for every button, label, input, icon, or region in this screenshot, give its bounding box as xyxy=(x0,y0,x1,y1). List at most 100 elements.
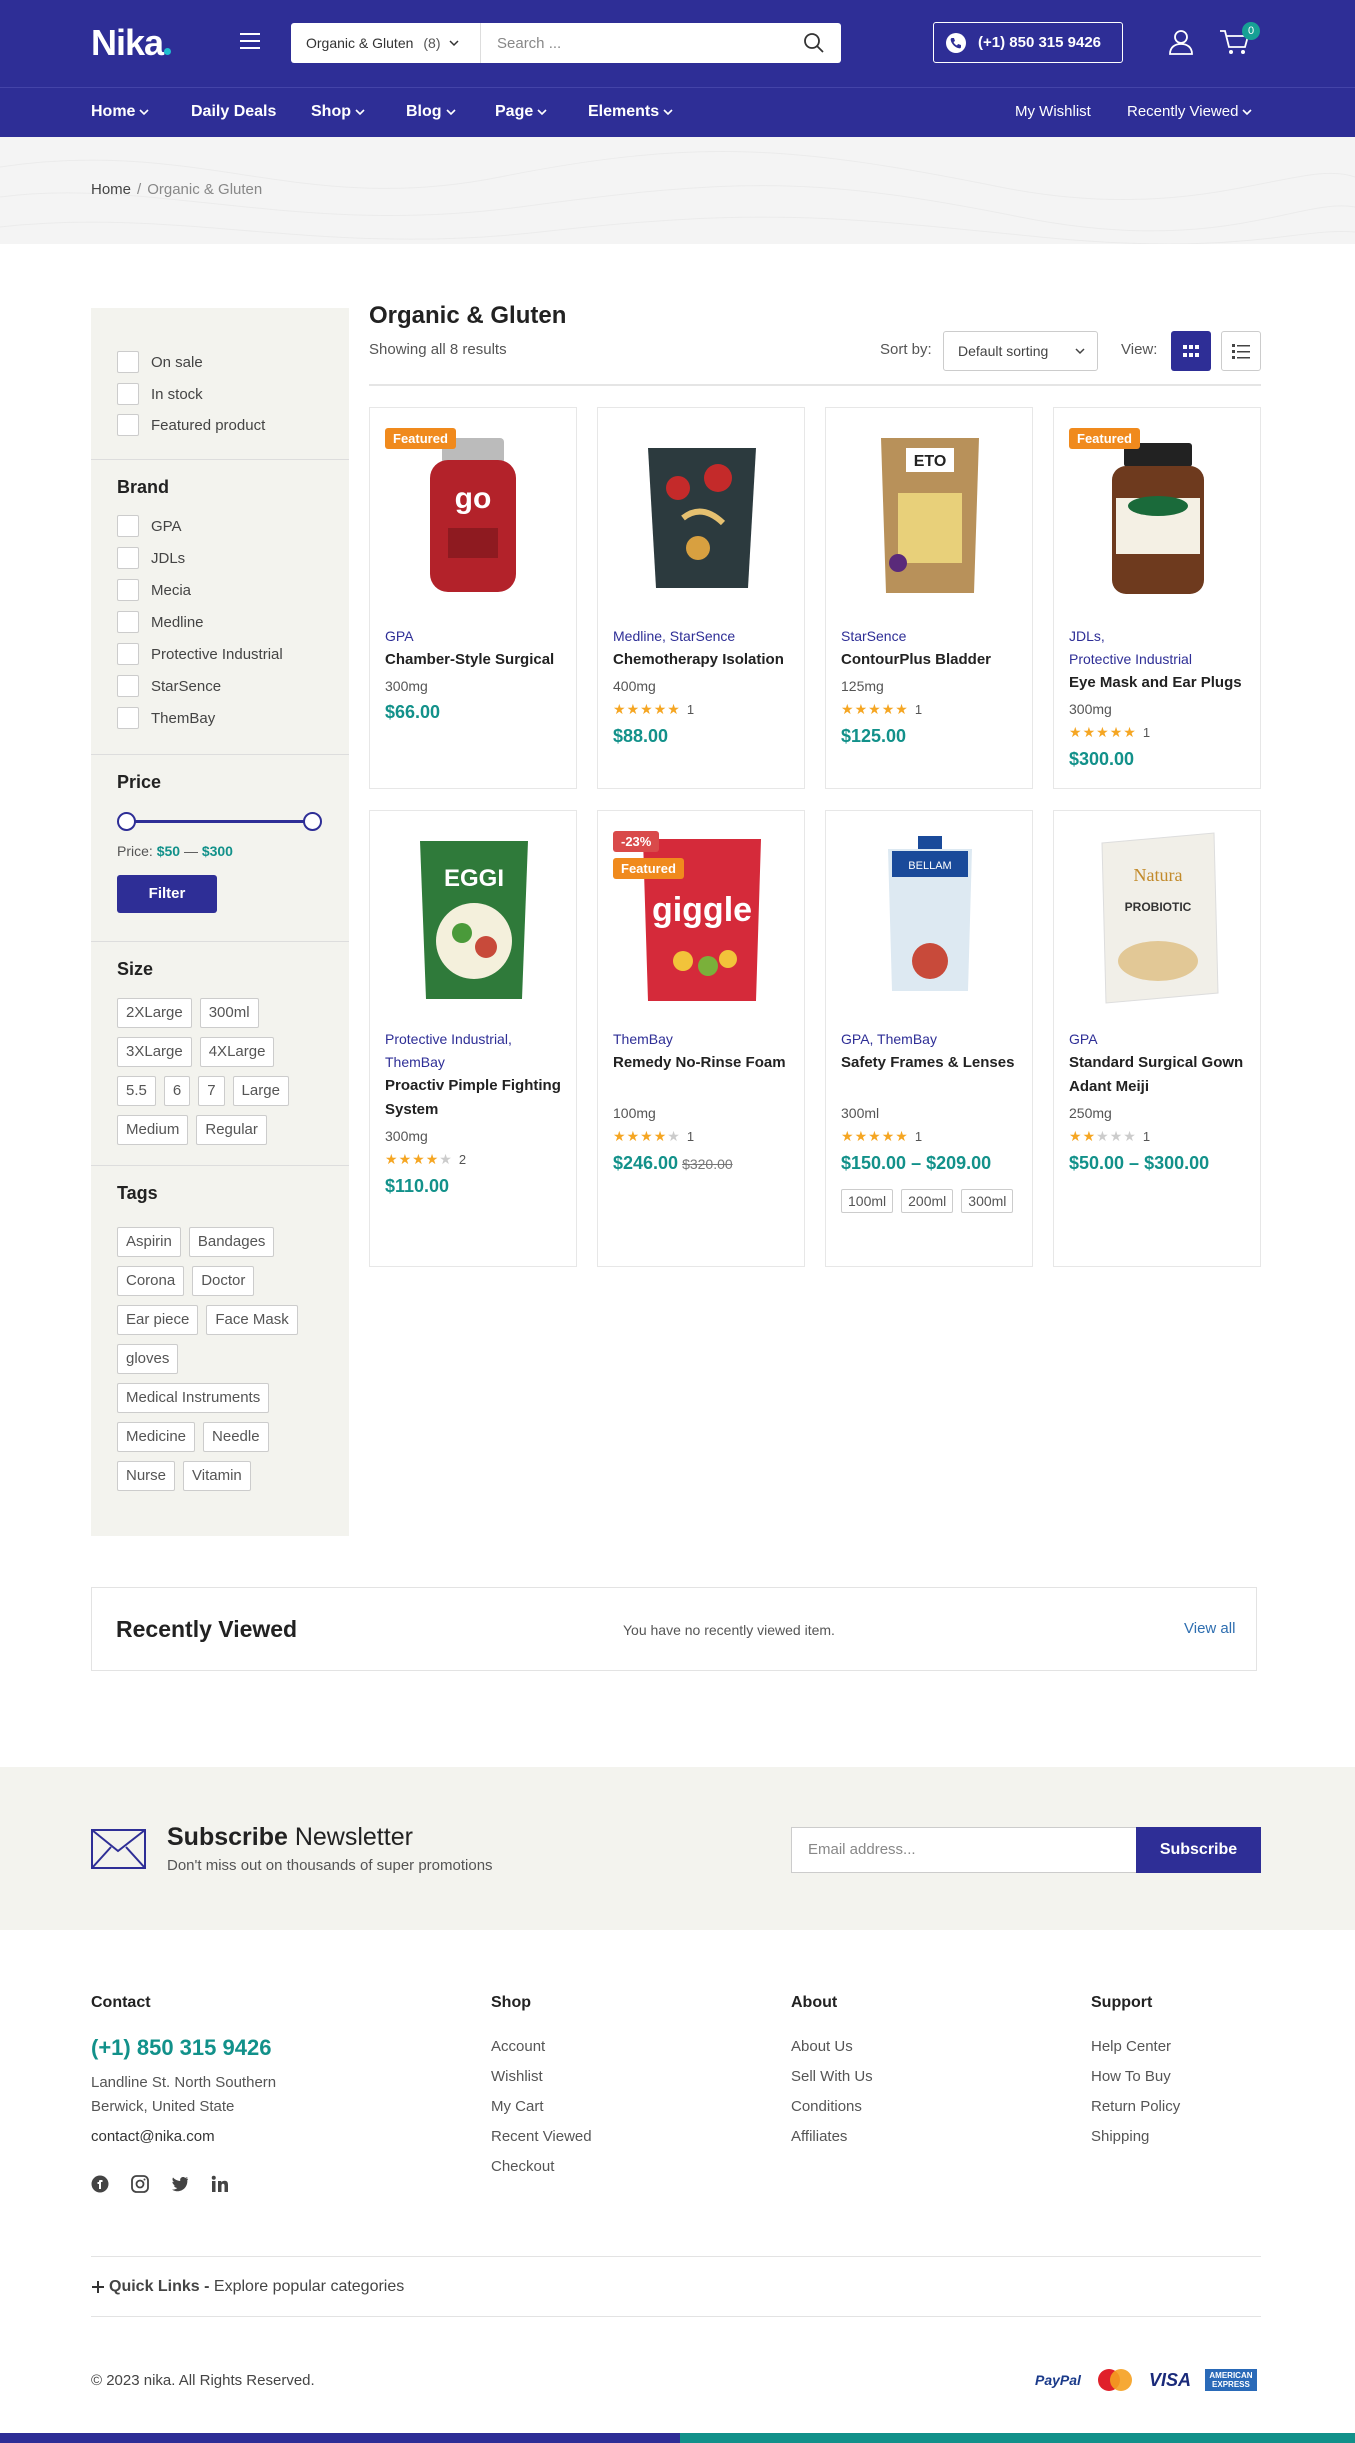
menu-icon[interactable] xyxy=(240,33,260,49)
product-name[interactable]: ContourPlus Bladder xyxy=(841,648,1026,672)
brand-thembay[interactable]: ThemBay xyxy=(117,707,215,729)
footer-link[interactable]: Return Policy xyxy=(1091,2098,1180,2115)
tag-link[interactable]: Nurse xyxy=(117,1461,176,1491)
checkbox[interactable] xyxy=(117,707,139,729)
sort-select[interactable]: Default sorting xyxy=(943,331,1098,371)
checkbox[interactable] xyxy=(117,383,139,405)
product-name[interactable]: Eye Mask and Ear Plugs xyxy=(1069,671,1254,695)
footer-phone[interactable]: (+1) 850 315 9426 xyxy=(91,2035,271,2061)
variation-option[interactable]: 200ml xyxy=(901,1189,954,1213)
product-card[interactable]: go Featured GPA Chamber-Style Surgical 3… xyxy=(369,407,577,789)
instagram-icon[interactable] xyxy=(131,2175,149,2193)
tag-link[interactable]: gloves xyxy=(117,1344,179,1374)
product-card[interactable]: Natura PROBIOTIC GPA Standard Surgical Go… xyxy=(1053,810,1261,1267)
footer-link[interactable]: Conditions xyxy=(791,2098,862,2115)
product-brand[interactable]: Protective Industrial, ThemBay xyxy=(385,1028,512,1074)
nav-home[interactable]: Home xyxy=(91,103,150,121)
phone-button[interactable]: (+1) 850 315 9426 xyxy=(933,22,1123,63)
footer-link[interactable]: Help Center xyxy=(1091,2038,1171,2055)
view-all-link[interactable]: View all xyxy=(1184,1620,1235,1637)
checkbox[interactable] xyxy=(117,414,139,436)
tag-link[interactable]: Corona xyxy=(117,1266,185,1296)
product-brand[interactable]: ThemBay xyxy=(613,1028,673,1051)
product-image[interactable] xyxy=(598,408,806,618)
checkbox[interactable] xyxy=(117,675,139,697)
tag-link[interactable]: Bandages xyxy=(188,1227,275,1257)
nav-daily-deals[interactable]: Daily Deals xyxy=(191,103,276,121)
checkbox[interactable] xyxy=(117,351,139,373)
footer-link[interactable]: Checkout xyxy=(491,2158,554,2175)
list-view-button[interactable] xyxy=(1221,331,1261,371)
filter-on-sale[interactable]: On sale xyxy=(117,351,203,373)
brand-jdls[interactable]: JDLs xyxy=(117,547,185,569)
product-brand[interactable]: GPA, ThemBay xyxy=(841,1028,937,1051)
grid-view-button[interactable] xyxy=(1171,331,1211,371)
product-name[interactable]: Safety Frames & Lenses xyxy=(841,1051,1026,1075)
product-card[interactable]: Featured JDLs, Protective Industrial Eye… xyxy=(1053,407,1261,789)
wishlist-link[interactable]: My Wishlist xyxy=(1015,103,1091,120)
filter-button[interactable]: Filter xyxy=(117,875,217,913)
price-slider-min-handle[interactable] xyxy=(117,812,136,831)
linkedin-icon[interactable] xyxy=(211,2175,229,2193)
nav-page[interactable]: Page xyxy=(495,103,547,121)
filter-in-stock[interactable]: In stock xyxy=(117,383,203,405)
product-image[interactable]: BELLAM xyxy=(826,811,1034,1021)
size-option[interactable]: Medium xyxy=(117,1115,189,1145)
breadcrumb-home[interactable]: Home xyxy=(91,181,131,198)
brand-protective-industrial[interactable]: Protective Industrial xyxy=(117,643,283,665)
size-option[interactable]: Regular xyxy=(196,1115,267,1145)
tag-link[interactable]: Doctor xyxy=(192,1266,255,1296)
tag-link[interactable]: Ear piece xyxy=(117,1305,199,1335)
subscribe-button[interactable]: Subscribe xyxy=(1136,1827,1261,1873)
checkbox[interactable] xyxy=(117,579,139,601)
product-name[interactable]: Proactiv Pimple Fighting System xyxy=(385,1074,570,1122)
footer-link[interactable]: Recent Viewed xyxy=(491,2128,592,2145)
quick-links-toggle[interactable]: Quick Links - Explore popular categories xyxy=(91,2278,404,2296)
user-icon[interactable] xyxy=(1167,28,1195,56)
category-select[interactable]: Organic & Gluten (8) xyxy=(291,23,481,63)
product-name[interactable]: Chemotherapy Isolation xyxy=(613,648,798,672)
tag-link[interactable]: Needle xyxy=(203,1422,269,1452)
brand-gpa[interactable]: GPA xyxy=(117,515,182,537)
checkbox[interactable] xyxy=(117,611,139,633)
checkbox[interactable] xyxy=(117,547,139,569)
filter-featured[interactable]: Featured product xyxy=(117,414,265,436)
product-image[interactable]: Natura PROBIOTIC xyxy=(1054,811,1262,1021)
footer-link[interactable]: Account xyxy=(491,2038,545,2055)
checkbox[interactable] xyxy=(117,515,139,537)
product-card[interactable]: giggle -23% Featured ThemBay Remedy No-R… xyxy=(597,810,805,1267)
size-option[interactable]: 3XLarge xyxy=(117,1037,192,1067)
tag-link[interactable]: Face Mask xyxy=(206,1305,298,1335)
twitter-icon[interactable] xyxy=(171,2175,189,2193)
search-input[interactable]: Search ... xyxy=(481,35,803,52)
variation-option[interactable]: 300ml xyxy=(961,1189,1014,1213)
product-image[interactable]: EGGI xyxy=(370,811,578,1021)
footer-link[interactable]: Shipping xyxy=(1091,2128,1149,2145)
search-icon[interactable] xyxy=(803,32,825,54)
variation-option[interactable]: 100ml xyxy=(841,1189,894,1213)
product-name[interactable]: Chamber-Style Surgical xyxy=(385,648,570,672)
size-option[interactable]: 6 xyxy=(163,1076,191,1106)
facebook-icon[interactable] xyxy=(91,2175,109,2193)
email-input[interactable]: Email address... xyxy=(791,1827,1136,1873)
footer-link[interactable]: Sell With Us xyxy=(791,2068,873,2085)
logo[interactable]: Nika xyxy=(91,22,172,64)
product-brand[interactable]: Medline, StarSence xyxy=(613,625,735,648)
brand-medline[interactable]: Medline xyxy=(117,611,204,633)
footer-link[interactable]: My Cart xyxy=(491,2098,544,2115)
footer-link[interactable]: About Us xyxy=(791,2038,853,2055)
size-option[interactable]: 7 xyxy=(198,1076,225,1106)
size-option[interactable]: 4XLarge xyxy=(199,1037,275,1067)
product-name[interactable]: Standard Surgical Gown Adant Meiji xyxy=(1069,1051,1254,1099)
product-card[interactable]: EGGI Protective Industrial, ThemBay Proa… xyxy=(369,810,577,1267)
product-image[interactable]: ETO xyxy=(826,408,1034,618)
size-option[interactable]: 300ml xyxy=(199,998,259,1028)
nav-blog[interactable]: Blog xyxy=(406,103,456,121)
footer-link[interactable]: Affiliates xyxy=(791,2128,847,2145)
price-slider-max-handle[interactable] xyxy=(303,812,322,831)
footer-email[interactable]: contact@nika.com xyxy=(91,2128,215,2145)
size-option[interactable]: 5.5 xyxy=(117,1076,156,1106)
recently-viewed-menu[interactable]: Recently Viewed xyxy=(1127,103,1253,120)
brand-mecia[interactable]: Mecia xyxy=(117,579,191,601)
brand-starsence[interactable]: StarSence xyxy=(117,675,221,697)
